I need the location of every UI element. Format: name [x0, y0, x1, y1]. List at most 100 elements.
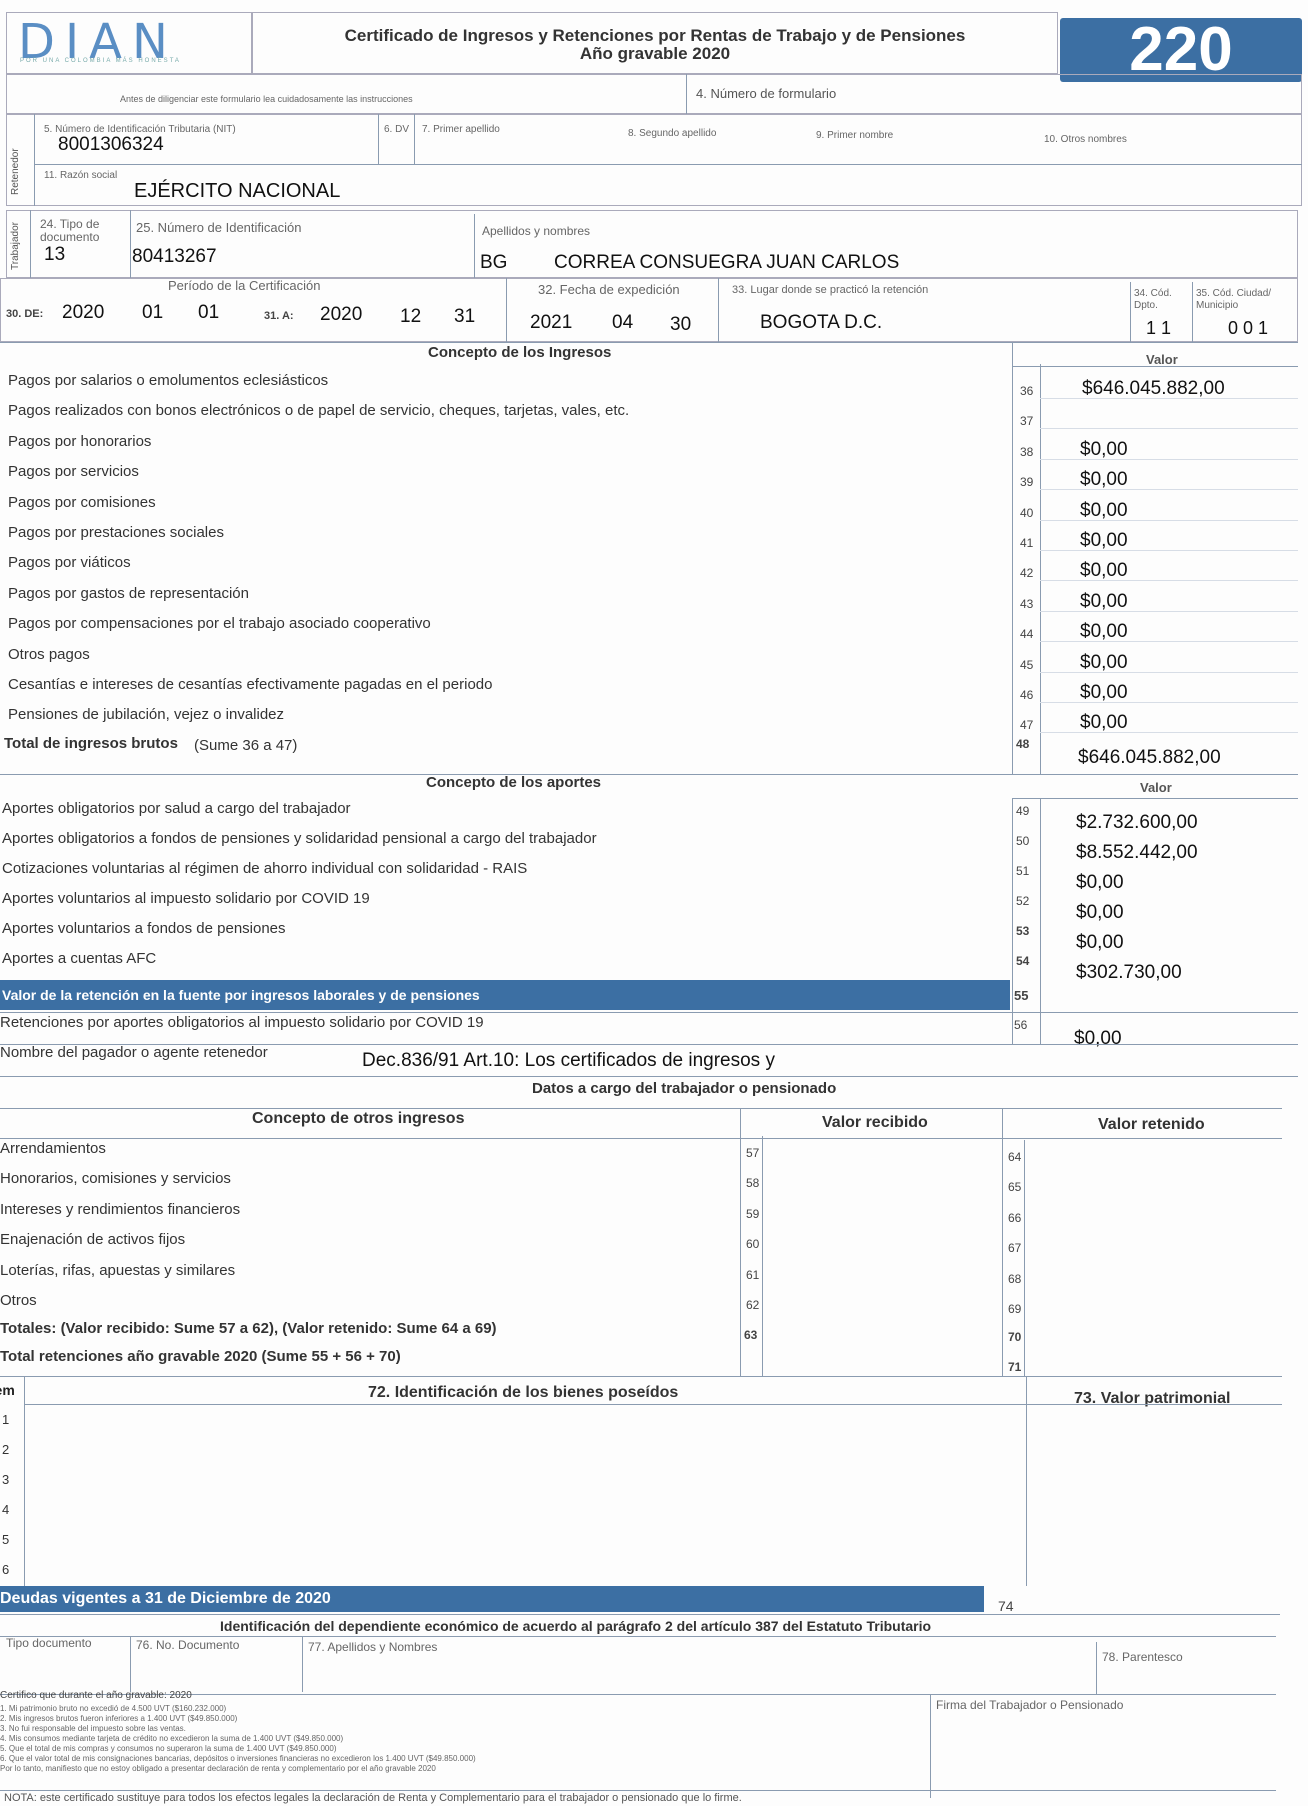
ingreso-row-divider	[1040, 398, 1298, 399]
otros-recibido-header: Valor recibido	[822, 1114, 928, 1131]
otro-row-label: Arrendamientos	[0, 1140, 106, 1157]
declaro-line: 4. Mis consumos mediante tarjeta de créd…	[0, 1734, 344, 1743]
ingreso-row-divider	[1040, 459, 1298, 460]
covid-ret-value: $0,00	[1074, 1028, 1122, 1049]
aporte-row-num: 54	[1016, 954, 1030, 968]
otro-row-n1: 58	[746, 1176, 760, 1190]
aporte-row-value: $8.552.442,00	[1076, 842, 1198, 863]
total-ingresos-hint: (Sume 36 a 47)	[194, 737, 298, 754]
periodo-a-label: 31. A:	[264, 310, 294, 322]
otro-row-n1: 61	[746, 1268, 760, 1282]
covid-ret-num: 56	[1014, 1018, 1028, 1032]
lugar-value: BOGOTA D.C.	[760, 312, 883, 333]
otro-row-n2: 69	[1008, 1302, 1022, 1316]
num-id-label: 25. Número de Identificación	[136, 220, 302, 235]
deudas-num: 74	[998, 1598, 1014, 1614]
bienes-item-num: 6	[2, 1562, 10, 1577]
nota-text: NOTA: este certificado sustituye para to…	[4, 1792, 742, 1804]
covid-ret-label: Retenciones por aportes obligatorios al …	[0, 1014, 484, 1031]
mpio-value: 0 0 1	[1228, 318, 1269, 338]
form-title: Certificado de Ingresos y Retenciones po…	[344, 26, 966, 45]
otro-row-n2: 68	[1008, 1272, 1022, 1286]
periodo-de-year: 2020	[62, 302, 105, 323]
dpto-label: 34. Cód. Dpto.	[1134, 288, 1172, 311]
declaro-line: Por lo tanto, manifiesto que no estoy ob…	[0, 1764, 436, 1773]
aporte-row-label: Aportes voluntarios a fondos de pensione…	[2, 920, 286, 937]
total-ingresos-label: Total de ingresos brutos	[4, 735, 178, 752]
ingreso-row-divider	[1040, 580, 1298, 581]
ingreso-row-divider	[1040, 550, 1298, 551]
ingreso-row-num: 41	[1020, 536, 1034, 550]
bienes-valor-header: 73. Valor patrimonial	[1074, 1390, 1231, 1407]
periodo-de-day: 01	[198, 302, 220, 323]
aporte-row-num: 50	[1016, 834, 1030, 848]
ingreso-row-num: 36	[1020, 384, 1034, 398]
ingreso-row-label: Cesantías e intereses de cesantías efect…	[8, 676, 493, 693]
periodo-label: Período de la Certificación	[168, 278, 321, 293]
form-number-label: 4. Número de formulario	[696, 86, 837, 101]
bienes-item-num: 1	[2, 1412, 10, 1427]
razon-social-label: 11. Razón social	[44, 170, 118, 181]
otro-row-n2: 64	[1008, 1150, 1022, 1164]
pagador-note: Dec.836/91 Art.10: Los certificados de i…	[362, 1050, 775, 1071]
otro-row-n1: 57	[746, 1146, 760, 1160]
ingreso-row-label: Pagos por comisiones	[8, 494, 156, 511]
ingreso-row-value: $0,00	[1080, 652, 1128, 673]
periodo-a-day: 31	[454, 306, 476, 327]
aportes-header: Concepto de los aportes	[426, 774, 602, 791]
dv-label: 6. DV	[384, 124, 410, 135]
retencion-band: Valor de la retención en la fuente por i…	[0, 980, 1010, 1010]
dian-logo-tagline: POR UNA COLOMBIA MÁS HONESTA	[20, 58, 181, 64]
ingreso-row-value: $0,00	[1080, 469, 1128, 490]
dep-tipo-label: Tipo documento	[6, 1636, 92, 1650]
bienes-item-num: 4	[2, 1502, 10, 1517]
aporte-row-value: $302.730,00	[1076, 962, 1182, 983]
ingreso-row-divider	[1040, 428, 1298, 429]
ingreso-row-num: 47	[1020, 718, 1034, 732]
ingreso-row-divider	[1040, 641, 1298, 642]
otro-row-n2: 65	[1008, 1180, 1022, 1194]
aporte-row-label: Aportes obligatorios por salud a cargo d…	[2, 800, 351, 817]
declaro-line: 1. Mi patrimonio bruto no excedió de 4.5…	[0, 1704, 227, 1713]
aporte-row-label: Cotizaciones voluntarias al régimen de a…	[2, 860, 528, 877]
ingreso-row-num: 37	[1020, 414, 1034, 428]
aporte-row-value: $0,00	[1076, 902, 1124, 923]
aporte-row-value: $0,00	[1076, 872, 1124, 893]
fecha-exp-label: 32. Fecha de expedición	[538, 282, 680, 297]
ingreso-row-label: Otros pagos	[8, 646, 90, 663]
ingreso-row-label: Pagos por viáticos	[8, 554, 131, 571]
nombres-label: Apellidos y nombres	[482, 224, 591, 238]
otros-nombres-label: 10. Otros nombres	[1044, 134, 1127, 145]
declaro-line: 6. Que el valor total de mis consignacio…	[0, 1754, 476, 1763]
bienes-item-num: 2	[2, 1442, 10, 1457]
ingreso-row-value: $646.045.882,00	[1082, 378, 1225, 399]
instructions-text: Antes de diligenciar este formulario lea…	[120, 94, 413, 104]
razon-social-value: EJÉRCITO NACIONAL	[134, 180, 341, 202]
aporte-row-label: Aportes a cuentas AFC	[2, 950, 157, 967]
aporte-row-num: 53	[1016, 924, 1030, 938]
nit-value: 8001306324	[58, 134, 164, 155]
ingreso-row-num: 42	[1020, 566, 1034, 580]
totales-n1: 63	[744, 1328, 758, 1342]
ingreso-row-num: 45	[1020, 658, 1034, 672]
otros-retenido-header: Valor retenido	[1098, 1116, 1205, 1133]
fecha-exp-year: 2021	[530, 312, 573, 333]
declaro-title: Certifico que durante el año gravable: 2…	[0, 1690, 192, 1701]
declaro-line: 5. Que el total de mis compras y consumo…	[0, 1744, 337, 1753]
otro-row-label: Intereses y rendimientos financieros	[0, 1201, 241, 1218]
aporte-row-value: $2.732.600,00	[1076, 812, 1198, 833]
bienes-ident-header: 72. Identificación de los bienes poseído…	[368, 1384, 679, 1401]
otro-row-label: Loterías, rifas, apuestas y similares	[0, 1262, 236, 1279]
otro-row-n1: 59	[746, 1207, 760, 1221]
ingreso-row-value: $0,00	[1080, 500, 1128, 521]
periodo-de-label: 30. DE:	[6, 308, 44, 320]
ingresos-valor-header: Valor	[1146, 352, 1178, 367]
segundo-apellido-label: 8. Segundo apellido	[628, 128, 717, 139]
otro-row-n2: 67	[1008, 1241, 1022, 1255]
dpto-value: 1 1	[1146, 318, 1172, 338]
ingreso-row-divider	[1040, 732, 1298, 733]
ingreso-row-value: $0,00	[1080, 621, 1128, 642]
declaro-line: 2. Mis ingresos brutos fueron inferiores…	[0, 1714, 238, 1723]
aporte-row-num: 49	[1016, 804, 1030, 818]
aporte-row-label: Aportes voluntarios al impuesto solidari…	[2, 890, 370, 907]
